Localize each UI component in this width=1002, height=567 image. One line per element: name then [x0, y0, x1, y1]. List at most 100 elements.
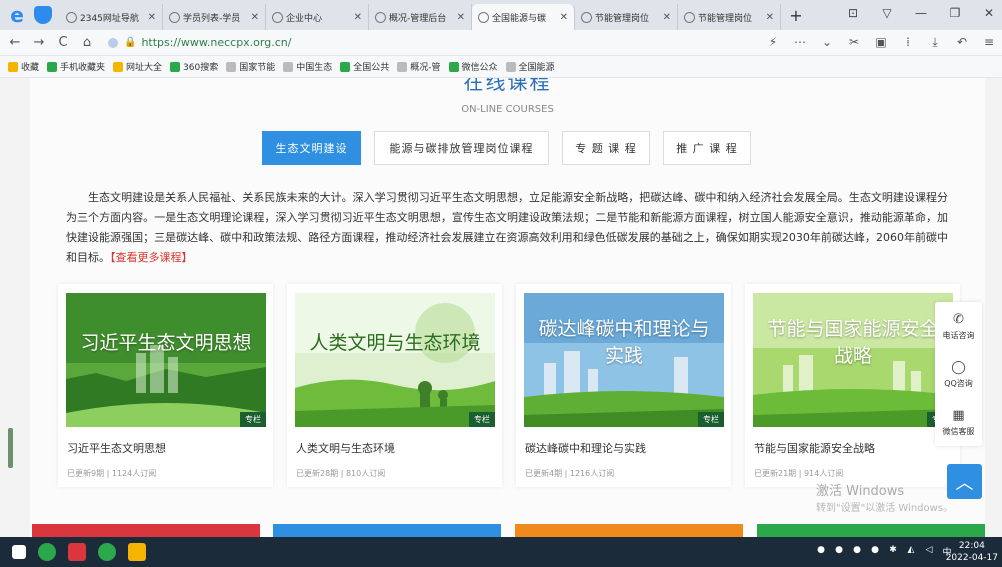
bookmark-item[interactable]: 全国公共: [340, 60, 389, 73]
column-badge: 专栏: [469, 412, 495, 427]
course-title[interactable]: 碳达峰碳中和理论与实践: [525, 440, 731, 456]
tab-admin-overview[interactable]: 概况-管理后台 ✕: [369, 4, 472, 30]
back-icon[interactable]: ←: [6, 35, 24, 50]
close-icon[interactable]: ✕: [663, 12, 671, 23]
tab-favicon-icon: [478, 11, 489, 23]
category-strip[interactable]: [515, 524, 743, 537]
tab-energy-post-2[interactable]: 节能管理岗位 ✕: [678, 4, 781, 30]
bookmark-item[interactable]: 微信公众: [448, 60, 498, 73]
course-card[interactable]: 习近平生态文明思想 专栏 习近平生态文明思想 已更新9期 | 1124人订阅: [58, 284, 273, 487]
back-to-top-button[interactable]: ︿: [947, 464, 982, 499]
tray-app-icon[interactable]: ●: [816, 545, 826, 558]
shield-icon[interactable]: [34, 6, 52, 24]
bookmark-item[interactable]: 概况-管: [397, 60, 441, 73]
courses-section: 在线课程 ON-LINE COURSES 生态文明建设 能源与碳排放管理岗位课程…: [30, 78, 985, 537]
shield-menu-icon[interactable]: ▽: [880, 6, 894, 20]
volume-icon[interactable]: ◁: [924, 545, 934, 558]
reload-icon[interactable]: C: [54, 35, 72, 50]
tray-app-icon[interactable]: ●: [870, 545, 880, 558]
url-field[interactable]: 🔒 https://www.neccpx.org.cn/: [108, 33, 728, 53]
course-card[interactable]: 节能与国家能源安全战略 专栏 节能与国家能源安全战略 已更新21期 | 914人…: [745, 284, 960, 487]
tab-energy-carbon-courses[interactable]: 能源与碳排放管理岗位课程: [374, 131, 549, 165]
menu-icon[interactable]: ≡: [982, 35, 996, 50]
more-courses-link[interactable]: 【查看更多课程】: [110, 251, 193, 264]
home-icon[interactable]: ⌂: [78, 35, 96, 50]
course-title[interactable]: 节能与国家能源安全战略: [754, 440, 960, 456]
tab-special-courses[interactable]: 专 题 课 程: [562, 131, 650, 165]
course-meta: 已更新28期 | 810人订阅: [296, 469, 386, 478]
apps-icon[interactable]: ⁞: [901, 35, 915, 50]
bookmark-item[interactable]: 网址大全: [113, 60, 162, 73]
bookmark-item[interactable]: 中国生态: [283, 60, 332, 73]
section-intro: 生态文明建设是关系人民福祉、关系民族未来的大计。深入学习贯彻习近平生态文明思想，…: [66, 191, 948, 264]
bookmark-item[interactable]: 360搜索: [170, 60, 218, 73]
wechat-taskbar-icon[interactable]: [98, 543, 116, 561]
close-window-button[interactable]: ✕: [982, 6, 996, 20]
tray-app-icon[interactable]: ●: [852, 545, 862, 558]
download-icon[interactable]: ⤓: [928, 35, 942, 50]
course-thumbnail[interactable]: 碳达峰碳中和理论与实践 专栏: [524, 293, 724, 427]
course-title[interactable]: 人类文明与生态环境: [296, 440, 502, 456]
tab-energy-post-1[interactable]: 节能管理岗位 ✕: [575, 4, 678, 30]
taskbar: ● ● ● ● ✱ ◭ ◁ 中 22:04 2022-04-17: [0, 537, 1002, 567]
phone-icon: ✆: [953, 311, 964, 327]
category-strip[interactable]: [32, 524, 260, 537]
browser-logo-icon[interactable]: e: [6, 4, 28, 26]
tab-student-list[interactable]: 学员列表-学员 ✕: [163, 4, 266, 30]
more-icon[interactable]: ⋯: [793, 35, 807, 50]
site-icon: [340, 61, 351, 72]
wps-taskbar-icon[interactable]: [68, 543, 86, 561]
tab-list-icon[interactable]: ⊡: [846, 6, 860, 20]
close-icon[interactable]: ✕: [251, 12, 259, 23]
chevron-down-icon[interactable]: ⌄: [820, 35, 834, 50]
tab-neccpx-active[interactable]: 全国能源与碳 ✕: [472, 4, 575, 30]
course-card[interactable]: 人类文明与生态环境 专栏 人类文明与生态环境 已更新28期 | 810人订阅: [287, 284, 502, 487]
bookmark-item[interactable]: 全国能源: [505, 60, 555, 73]
close-icon[interactable]: ✕: [560, 12, 568, 23]
bookmark-item[interactable]: 收藏: [8, 60, 39, 73]
tab-enterprise-center[interactable]: 企业中心 ✕: [266, 4, 369, 30]
toolbar-right: ⚡ ⋯ ⌄ ✂ ▣ ⁞ ⤓ ↶ ≡: [766, 35, 996, 50]
qq-consult-button[interactable]: ◯ QQ咨询: [935, 350, 982, 398]
wechat-service-button[interactable]: ▦ 微信客服: [935, 398, 982, 446]
phone-consult-button[interactable]: ✆ 电话咨询: [935, 302, 982, 350]
bluetooth-icon[interactable]: ✱: [888, 545, 898, 558]
close-icon[interactable]: ✕: [457, 12, 465, 23]
lightning-icon[interactable]: ⚡: [766, 35, 780, 50]
category-strip[interactable]: [757, 524, 985, 537]
new-tab-button[interactable]: +: [785, 6, 807, 25]
scrollbar-thumb[interactable]: [8, 428, 13, 468]
bookmark-item[interactable]: 手机收藏夹: [47, 60, 105, 73]
course-cards: 习近平生态文明思想 专栏 习近平生态文明思想 已更新9期 | 1124人订阅 人…: [58, 284, 960, 487]
course-thumbnail[interactable]: 习近平生态文明思想 专栏: [66, 293, 266, 427]
explorer-taskbar-icon[interactable]: [128, 543, 146, 561]
url-text: https://www.neccpx.org.cn/: [141, 36, 292, 49]
close-icon[interactable]: ✕: [766, 12, 774, 23]
clock[interactable]: 22:04 2022-04-17: [946, 540, 998, 564]
scissors-icon[interactable]: ✂: [847, 35, 861, 50]
bookmark-item[interactable]: 国家节能: [226, 60, 275, 73]
course-card[interactable]: 碳达峰碳中和理论与实践 专栏 碳达峰碳中和理论与实践 已更新4期 | 1216人…: [516, 284, 731, 487]
close-icon[interactable]: ✕: [148, 12, 156, 23]
tray-app-icon[interactable]: ●: [834, 545, 844, 558]
extension-icon[interactable]: ▣: [874, 35, 888, 50]
minimize-button[interactable]: —: [914, 6, 928, 20]
column-badge: 专栏: [240, 412, 266, 427]
windows-start-icon[interactable]: [12, 545, 26, 559]
category-strip[interactable]: [273, 524, 501, 537]
undo-icon[interactable]: ↶: [955, 35, 969, 50]
course-title[interactable]: 习近平生态文明思想: [67, 440, 273, 456]
course-thumbnail[interactable]: 人类文明与生态环境 专栏: [295, 293, 495, 427]
network-icon[interactable]: ◭: [906, 545, 916, 558]
activation-watermark: 激活 Windows: [816, 484, 905, 499]
forward-icon[interactable]: →: [30, 35, 48, 50]
globe-icon: [283, 61, 294, 72]
site-info-icon[interactable]: [108, 37, 118, 48]
tab-eco-civilization[interactable]: 生态文明建设: [262, 131, 361, 165]
browser-taskbar-icon[interactable]: [38, 543, 56, 561]
course-thumbnail[interactable]: 节能与国家能源安全战略 专栏: [753, 293, 953, 427]
tab-2345[interactable]: 2345网址导航 ✕: [60, 4, 163, 30]
restore-button[interactable]: ❐: [948, 6, 962, 20]
tab-promotion-courses[interactable]: 推 广 课 程: [663, 131, 751, 165]
close-icon[interactable]: ✕: [354, 12, 362, 23]
